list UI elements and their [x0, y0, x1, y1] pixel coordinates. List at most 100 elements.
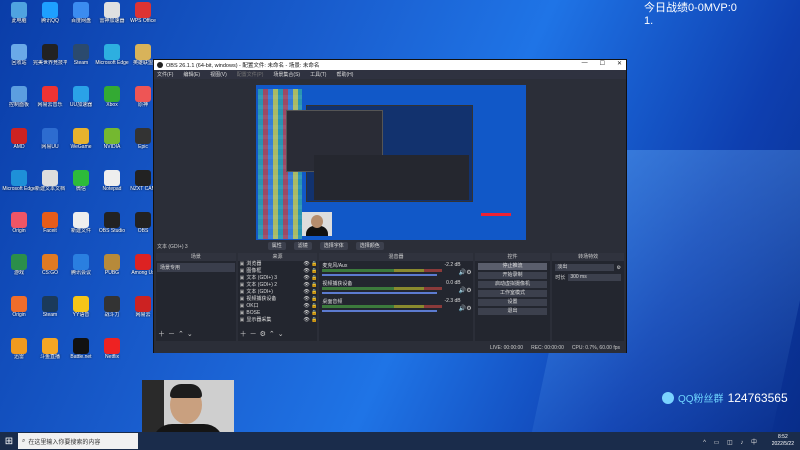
desktop-icon[interactable]: 此电脑	[2, 2, 36, 38]
desktop-icon[interactable]: Steam	[33, 296, 67, 332]
desktop-icon[interactable]: Faceit	[33, 212, 67, 248]
visibility-lock-icons[interactable]: 👁 🔒	[303, 275, 317, 282]
filters-button[interactable]: 滤镜	[293, 242, 312, 250]
source-item[interactable]: ▣ OK口 👁 🔒	[238, 303, 318, 310]
source-item[interactable]: ▣ 视频捕获设备 👁 🔒	[238, 296, 318, 303]
desktop-icon[interactable]: 新建文件	[64, 212, 98, 248]
desktop-icon[interactable]: Microsoft Edge	[95, 44, 129, 80]
system-tray[interactable]: ^ ▭ ◫ ♪ 中	[703, 437, 760, 446]
desktop-icon[interactable]: UU加速器	[64, 86, 98, 122]
menu-file[interactable]: 文件(F)	[157, 71, 173, 78]
exit-button[interactable]: 退出	[477, 308, 548, 315]
speaker-icon[interactable]: 🔊⚙	[459, 305, 472, 312]
settings-button[interactable]: 设置	[477, 299, 548, 306]
qq-group-label: QQ粉丝群	[678, 394, 724, 405]
volume-fader[interactable]	[322, 310, 438, 312]
source-item[interactable]: ▣ 显示器采集 👁 🔒	[238, 317, 318, 324]
visibility-lock-icons[interactable]: 👁 🔒	[303, 310, 317, 317]
mixer-header: 混音器	[319, 253, 473, 261]
gear-icon[interactable]: ⚙	[617, 265, 621, 271]
source-item[interactable]: ▣ 浏览器 👁 🔒	[238, 261, 318, 268]
menu-tools[interactable]: 工具(T)	[310, 71, 326, 78]
select-color-button[interactable]: 选择颜色	[355, 242, 384, 250]
visibility-lock-icons[interactable]: 👁 🔒	[303, 296, 317, 303]
speaker-icon[interactable]: 🔊⚙	[459, 287, 472, 294]
desktop-icon[interactable]: 斗鱼直播	[33, 338, 67, 374]
desktop-icon[interactable]: Microsoft Edge	[2, 170, 36, 206]
desktop-icon[interactable]: Netflix	[95, 338, 129, 374]
desktop-icon[interactable]: 完美世界竞技平台	[33, 44, 67, 80]
menu-view[interactable]: 视图(V)	[210, 71, 227, 78]
desktop-icon[interactable]: 回收站	[2, 44, 36, 80]
desktop-icon[interactable]: Xbox	[95, 86, 129, 122]
desktop-icon[interactable]: 百度网盘	[64, 2, 98, 38]
app-icon	[135, 2, 151, 18]
source-item[interactable]: ▣ 文本 (GDI+) 👁 🔒	[238, 289, 318, 296]
maximize-button[interactable]: ☐	[600, 60, 605, 67]
source-item[interactable]: ▣ 文本 (GDI+) 2 👁 🔒	[238, 282, 318, 289]
obs-preview[interactable]	[256, 85, 526, 240]
select-font-button[interactable]: 选择字体	[319, 242, 348, 250]
desktop-icon[interactable]: AMD	[2, 128, 36, 164]
visibility-lock-icons[interactable]: 👁 🔒	[303, 268, 317, 275]
duration-input[interactable]: 300 ms	[568, 274, 621, 281]
close-button[interactable]: ✕	[617, 60, 622, 67]
studio-mode-button[interactable]: 工作室模式	[477, 290, 548, 297]
desktop-icon[interactable]: WeGame	[64, 128, 98, 164]
desktop-icon[interactable]: 游戏	[2, 254, 36, 290]
visibility-lock-icons[interactable]: 👁 🔒	[303, 261, 317, 268]
desktop-icon[interactable]: 雷神加速器	[95, 2, 129, 38]
taskbar-clock[interactable]: 8:52 2022/5/22	[772, 434, 794, 448]
visibility-lock-icons[interactable]: 👁 🔒	[303, 317, 317, 324]
desktop-icon[interactable]: Steam	[64, 44, 98, 80]
desktop-icon[interactable]: Notepad	[95, 170, 129, 206]
desktop-icon[interactable]: PUBG	[95, 254, 129, 290]
windows-start-icon[interactable]: ⊞	[0, 432, 18, 450]
desktop-icon[interactable]: Battle.net	[64, 338, 98, 374]
desktop-icon[interactable]: 腾讯会议	[64, 254, 98, 290]
menu-edit[interactable]: 编辑(E)	[183, 71, 200, 78]
visibility-lock-icons[interactable]: 👁 🔒	[303, 289, 317, 296]
desktop-icon[interactable]: 微信	[64, 170, 98, 206]
source-item[interactable]: ▣ BOSE 👁 🔒	[238, 310, 318, 317]
desktop-icon[interactable]: 网易云音乐	[33, 86, 67, 122]
obs-titlebar[interactable]: OBS 26.1.1 (64-bit, windows) - 配置文件: 未命名…	[154, 60, 626, 70]
desktop-icon[interactable]: 腾讯QQ	[33, 2, 67, 38]
visibility-lock-icons[interactable]: 👁 🔒	[303, 282, 317, 289]
scenes-toolbar[interactable]: ＋－⌃⌄	[158, 329, 196, 339]
stop-streaming-button[interactable]: 停止推流	[477, 263, 548, 270]
properties-button[interactable]: 属性	[267, 242, 286, 250]
visibility-lock-icons[interactable]: 👁 🔒	[303, 303, 317, 310]
desktop-icon-label: Steam	[73, 60, 89, 66]
minimize-button[interactable]: —	[582, 60, 588, 67]
desktop-icon[interactable]: WPS Office	[126, 2, 160, 38]
volume-fader[interactable]	[322, 274, 438, 276]
obs-window[interactable]: OBS 26.1.1 (64-bit, windows) - 配置文件: 未命名…	[153, 59, 627, 353]
volume-fader[interactable]	[322, 292, 438, 294]
transition-select[interactable]: 淡出	[555, 264, 614, 271]
desktop-icon[interactable]: 战斗力	[95, 296, 129, 332]
desktop-icon[interactable]: YY语音	[64, 296, 98, 332]
scene-item[interactable]: 场景专用	[157, 263, 235, 272]
menu-profile[interactable]: 配置文件(P)	[237, 71, 264, 78]
desktop-icon[interactable]: OBS Studio	[95, 212, 129, 248]
desktop-icon[interactable]: Origin	[2, 296, 36, 332]
menu-scene-collection[interactable]: 场景集合(S)	[273, 71, 300, 78]
desktop-icon[interactable]: 新建文本文档	[33, 170, 67, 206]
desktop-icon[interactable]: 控制面板	[2, 86, 36, 122]
menu-help[interactable]: 帮助(H)	[336, 71, 353, 78]
source-type-icon: ▣	[239, 261, 245, 267]
desktop-icon[interactable]: 网易UU	[33, 128, 67, 164]
source-item[interactable]: ▣ 图像框 👁 🔒	[238, 268, 318, 275]
speaker-icon[interactable]: 🔊⚙	[459, 269, 472, 276]
desktop-icon[interactable]: 迅雷	[2, 338, 36, 374]
start-recording-button[interactable]: 开始录制	[477, 272, 548, 279]
taskbar-search[interactable]: ⌕ 在这里输入你要搜索的内容	[18, 433, 138, 449]
desktop-icon-label: WPS Office	[130, 18, 156, 24]
desktop-icon[interactable]: NVIDIA	[95, 128, 129, 164]
desktop-icon[interactable]: CS:GO	[33, 254, 67, 290]
sources-toolbar[interactable]: ＋－⚙⌃⌄	[240, 329, 287, 339]
source-item[interactable]: ▣ 文本 (GDI+) 3 👁 🔒	[238, 275, 318, 282]
virtual-camera-button[interactable]: 启动虚拟摄像机	[477, 281, 548, 288]
desktop-icon[interactable]: Origin	[2, 212, 36, 248]
